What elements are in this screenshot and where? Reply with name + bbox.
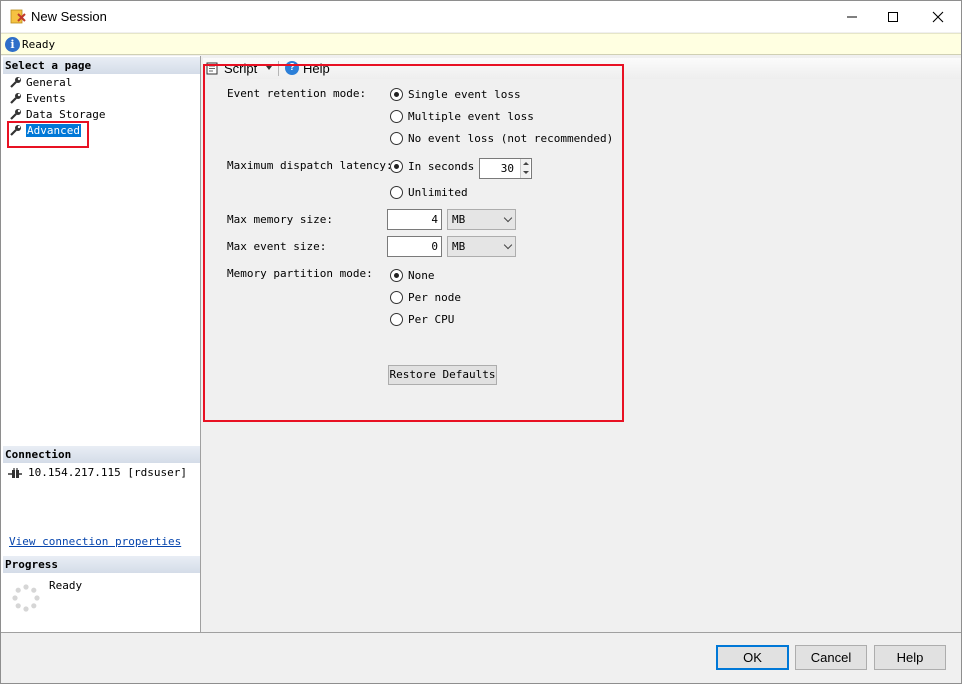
maximize-icon <box>888 11 898 22</box>
event-retention-label: Event retention mode: <box>227 87 367 100</box>
radio-label: Per node <box>408 290 461 304</box>
help-button[interactable]: Help <box>874 645 946 670</box>
max-memory-value: 4 <box>431 213 438 226</box>
page-item-label: Events <box>26 92 66 105</box>
dispatch-seconds-value: 30 <box>500 162 514 175</box>
radio-partition-per-cpu[interactable]: Per CPU <box>390 311 454 327</box>
radio-label: Unlimited <box>408 185 468 199</box>
progress-header: Progress <box>3 556 200 573</box>
select-page-header: Select a page <box>3 57 200 74</box>
dispatch-seconds-stepper[interactable] <box>520 159 530 178</box>
radio-multiple-event-loss[interactable]: Multiple event loss <box>390 108 534 124</box>
radio-unlimited[interactable]: Unlimited <box>390 184 468 200</box>
progress-spinner-icon <box>12 584 40 612</box>
dispatch-latency-label: Maximum dispatch latency: <box>227 159 393 172</box>
progress-text: Ready <box>49 579 83 592</box>
connection-plug-icon <box>8 468 22 478</box>
info-icon: i <box>5 37 20 52</box>
radio-selected-icon <box>390 87 403 101</box>
wrench-icon <box>10 77 21 88</box>
chevron-down-icon <box>503 213 513 223</box>
chevron-up-icon[interactable] <box>523 162 529 165</box>
wrench-icon <box>10 93 21 104</box>
minimize-icon <box>847 16 857 17</box>
partition-mode-label: Memory partition mode: <box>227 267 373 280</box>
highlight-box-advanced <box>7 121 89 148</box>
radio-label: In seconds <box>408 159 475 173</box>
radio-icon <box>390 131 403 145</box>
app-icon <box>10 9 26 24</box>
window-title: New Session <box>31 9 107 24</box>
left-pane: Select a page General Events Data Storag… <box>1 56 201 632</box>
status-text: Ready <box>22 38 56 51</box>
cancel-button[interactable]: Cancel <box>795 645 867 670</box>
max-memory-input[interactable]: 4 <box>387 209 442 230</box>
radio-icon <box>390 290 403 304</box>
title-bar: New Session <box>1 1 961 32</box>
radio-partition-none[interactable]: None <box>390 267 435 283</box>
radio-partition-per-node[interactable]: Per node <box>390 289 461 305</box>
view-connection-properties-link[interactable]: View connection properties <box>9 535 181 548</box>
restore-defaults-button[interactable]: Restore Defaults <box>388 365 497 385</box>
radio-icon <box>390 109 403 123</box>
close-button[interactable] <box>915 1 961 32</box>
max-event-label: Max event size: <box>227 240 327 253</box>
page-item-events[interactable]: Events <box>9 91 66 106</box>
radio-selected-icon <box>390 159 403 173</box>
radio-label: Single event loss <box>408 87 521 101</box>
radio-in-seconds[interactable]: In seconds <box>390 158 474 174</box>
wrench-icon <box>10 109 21 120</box>
connection-text: 10.154.217.115 [rdsuser] <box>28 466 187 479</box>
dialog-window: New Session i Ready Select a page Genera… <box>0 0 962 684</box>
page-item-data-storage[interactable]: Data Storage <box>9 107 105 122</box>
page-item-label: General <box>26 76 73 89</box>
max-event-value: 0 <box>431 240 438 253</box>
page-item-label: Data Storage <box>26 108 106 121</box>
maximize-button[interactable] <box>870 1 916 32</box>
max-memory-unit-select[interactable]: MB <box>447 209 516 230</box>
select-value: MB <box>452 240 466 253</box>
chevron-down-icon <box>503 240 513 250</box>
radio-label: No event loss (not recommended) <box>408 131 614 145</box>
radio-icon <box>390 185 403 199</box>
radio-label: None <box>408 268 435 282</box>
radio-label: Per CPU <box>408 312 455 326</box>
select-value: MB <box>452 213 466 226</box>
radio-label: Multiple event loss <box>408 109 534 123</box>
minimize-button[interactable] <box>829 1 875 32</box>
max-event-input[interactable]: 0 <box>387 236 442 257</box>
max-memory-label: Max memory size: <box>227 213 333 226</box>
radio-no-event-loss[interactable]: No event loss (not recommended) <box>390 130 613 146</box>
radio-single-event-loss[interactable]: Single event loss <box>390 86 521 102</box>
close-icon <box>932 11 944 22</box>
radio-icon <box>390 312 403 326</box>
max-event-unit-select[interactable]: MB <box>447 236 516 257</box>
page-item-general[interactable]: General <box>9 75 72 90</box>
status-bar: i Ready <box>1 33 961 55</box>
ok-button[interactable]: OK <box>716 645 789 670</box>
chevron-down-icon[interactable] <box>523 171 529 174</box>
radio-selected-icon <box>390 268 403 282</box>
connection-header: Connection <box>3 446 200 463</box>
